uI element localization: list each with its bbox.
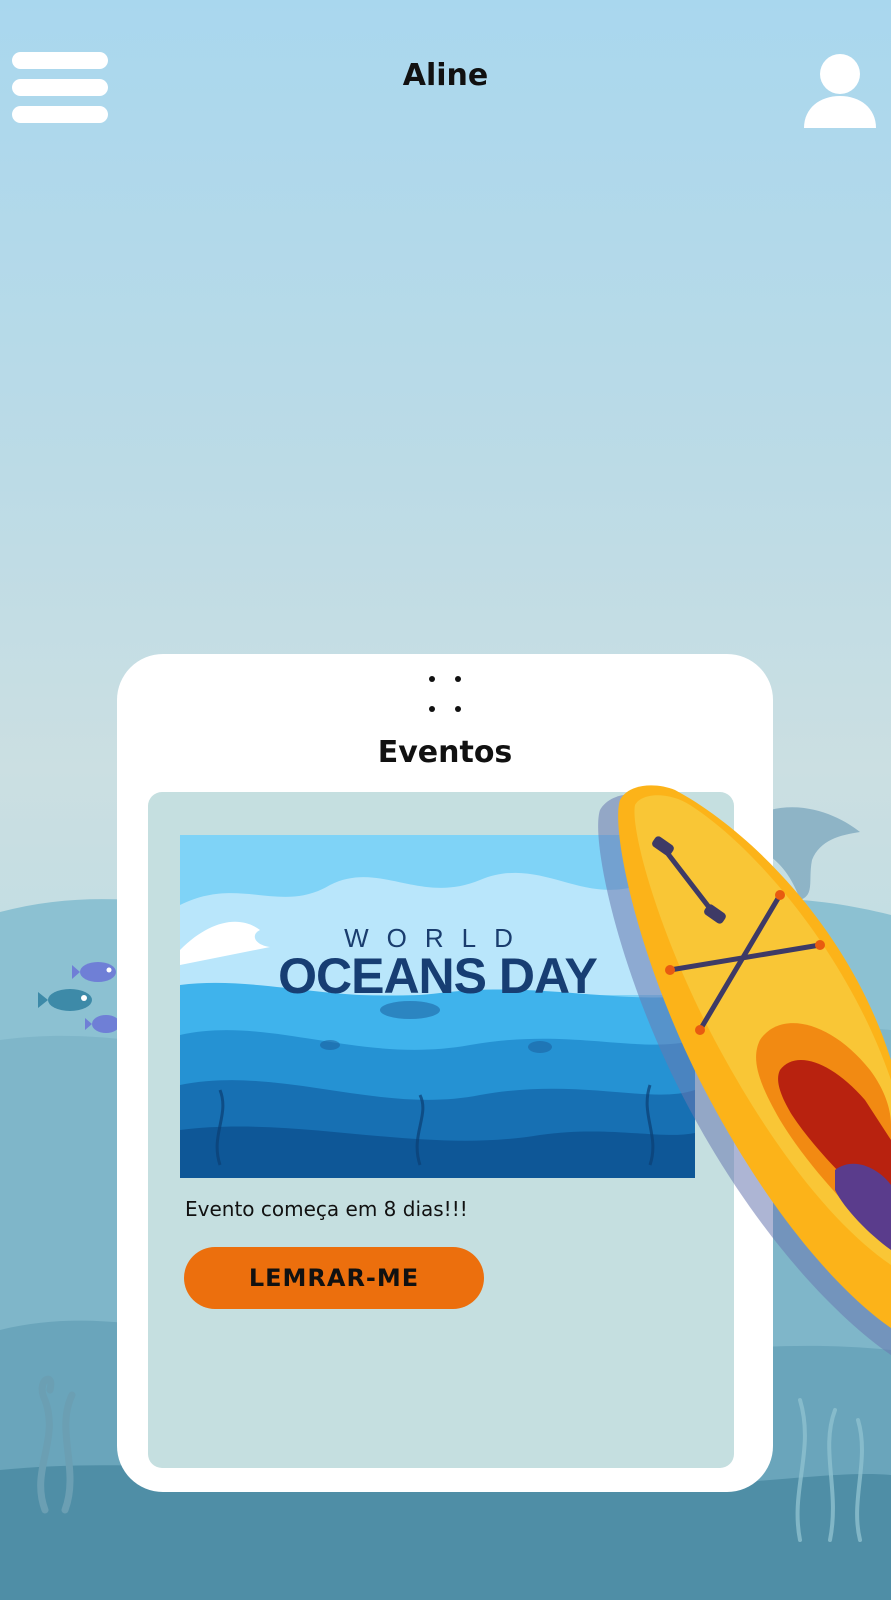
top-bar: Aline (0, 0, 891, 160)
user-name-title: Aline (402, 58, 489, 93)
user-profile-icon[interactable] (802, 52, 878, 130)
event-countdown-text: Evento começa em 8 dias!!! (185, 1197, 468, 1221)
remind-me-button[interactable]: LEMRAR-ME (184, 1247, 484, 1309)
events-title: Eventos (377, 735, 513, 770)
drag-handle-icon[interactable] (423, 672, 467, 712)
menu-line-bottom (12, 106, 108, 123)
kayak-illustration (598, 785, 891, 1355)
